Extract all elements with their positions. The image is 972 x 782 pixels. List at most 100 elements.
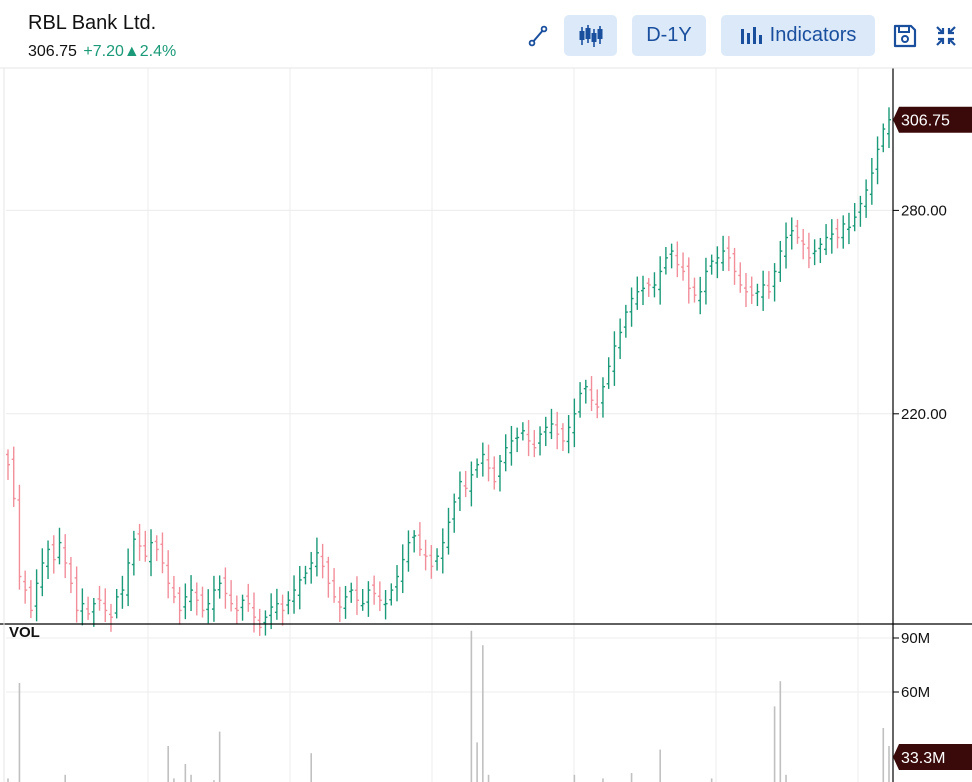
ohlc-bar bbox=[772, 263, 777, 302]
ohlc-bar bbox=[486, 444, 491, 482]
ohlc-bar bbox=[835, 218, 840, 249]
ohlc-bar bbox=[778, 240, 783, 282]
ohlc-bar bbox=[869, 157, 874, 205]
ohlc-bar bbox=[784, 222, 789, 269]
ohlc-bar bbox=[263, 610, 268, 636]
ohlc-bar bbox=[51, 535, 56, 574]
ohlc-bar bbox=[143, 530, 148, 562]
ohlc-bar bbox=[423, 539, 428, 571]
ohlc-bar bbox=[578, 382, 583, 418]
volume-tick-label: 90M bbox=[901, 630, 930, 647]
ohlc-bar bbox=[560, 423, 565, 452]
ohlc-bar bbox=[555, 411, 560, 450]
ohlc-bar bbox=[400, 544, 405, 594]
ohlc-bar bbox=[457, 471, 462, 511]
ohlc-bar bbox=[160, 532, 165, 574]
ohlc-bar bbox=[274, 588, 279, 620]
ohlc-bar bbox=[606, 357, 611, 389]
ohlc-bar bbox=[320, 543, 325, 579]
ohlc-bar bbox=[383, 589, 388, 620]
ohlc-bar bbox=[492, 456, 497, 490]
ohlc-bar bbox=[692, 277, 697, 303]
ohlc-bar bbox=[131, 530, 136, 576]
ohlc-bar bbox=[452, 493, 457, 533]
ohlc-bar bbox=[795, 220, 800, 244]
chart-window: RBL Bank Ltd. 306.75 +7.20▲2.4% D-1Y Ind… bbox=[0, 0, 972, 782]
ohlc-bar bbox=[681, 252, 686, 281]
ohlc-bar bbox=[194, 582, 199, 616]
ohlc-bar bbox=[314, 537, 319, 577]
ohlc-bar bbox=[349, 582, 354, 603]
ohlc-bar bbox=[11, 446, 16, 507]
ohlc-bar bbox=[618, 318, 623, 360]
ohlc-bar bbox=[623, 304, 628, 338]
volume-pane-label: VOL bbox=[9, 624, 40, 641]
ohlc-bar bbox=[28, 580, 33, 619]
ohlc-bar bbox=[303, 565, 308, 585]
ohlc-bar bbox=[251, 592, 256, 633]
ohlc-bar bbox=[526, 419, 531, 457]
ohlc-bar bbox=[532, 430, 537, 458]
ohlc-bar bbox=[846, 212, 851, 245]
ohlc-bar bbox=[612, 331, 617, 386]
ohlc-bar bbox=[709, 254, 714, 275]
ohlc-bar bbox=[480, 442, 485, 477]
volume-series bbox=[7, 630, 890, 782]
ohlc-bar bbox=[149, 529, 154, 577]
chart-axes: 280.00 220.00 306.75 VOL 90M 60M 33.3M bbox=[0, 67, 972, 782]
ohlc-bar bbox=[166, 550, 171, 599]
ohlc-bar bbox=[206, 589, 211, 624]
ohlc-bar bbox=[703, 257, 708, 305]
ohlc-bar bbox=[743, 272, 748, 307]
ohlc-bar bbox=[137, 523, 142, 561]
ohlc-bar bbox=[189, 575, 194, 612]
ohlc-bar bbox=[801, 228, 806, 260]
ohlc-bar bbox=[566, 415, 571, 454]
ohlc-bar bbox=[372, 575, 377, 605]
ohlc-bar bbox=[40, 548, 45, 597]
ohlc-bar bbox=[469, 461, 474, 507]
price-series bbox=[6, 107, 891, 636]
last-volume-label: 33.3M bbox=[901, 750, 945, 767]
ohlc-bar bbox=[68, 557, 73, 594]
ohlc-bar bbox=[543, 416, 548, 447]
ohlc-bar bbox=[103, 588, 108, 622]
ohlc-bar bbox=[154, 535, 159, 562]
ohlc-bar bbox=[389, 583, 394, 606]
ohlc-bar bbox=[114, 588, 119, 619]
ohlc-bar bbox=[292, 575, 297, 614]
ohlc-bar bbox=[440, 528, 445, 574]
ohlc-bar bbox=[761, 270, 766, 311]
ohlc-bar bbox=[520, 422, 525, 441]
ohlc-bar bbox=[463, 470, 468, 498]
ohlc-bar bbox=[34, 569, 39, 622]
ohlc-bar bbox=[658, 256, 663, 305]
ohlc-bar bbox=[126, 548, 131, 607]
ohlc-bar bbox=[406, 530, 411, 572]
ohlc-bar bbox=[789, 217, 794, 250]
ohlc-bar bbox=[641, 275, 646, 306]
ohlc-bar bbox=[46, 540, 51, 579]
ohlc-bar bbox=[663, 246, 668, 275]
ohlc-bar bbox=[600, 377, 605, 418]
ohlc-bar bbox=[806, 232, 811, 269]
ohlc-bar bbox=[732, 247, 737, 285]
ohlc-bar bbox=[257, 608, 262, 636]
ohlc-bar bbox=[446, 507, 451, 555]
ohlc-bar bbox=[246, 583, 251, 612]
price-chart[interactable]: 280.00 220.00 306.75 VOL 90M 60M 33.3M bbox=[0, 0, 972, 782]
ohlc-bar bbox=[698, 276, 703, 315]
ohlc-bar bbox=[824, 224, 829, 255]
ohlc-bar bbox=[686, 257, 691, 304]
ohlc-bar bbox=[887, 107, 891, 149]
price-tick-label: 220.00 bbox=[901, 406, 947, 423]
ohlc-bar bbox=[538, 426, 543, 456]
ohlc-bar bbox=[23, 570, 28, 604]
ohlc-bar bbox=[91, 597, 96, 627]
ohlc-bar bbox=[80, 588, 85, 626]
ohlc-bar bbox=[217, 575, 222, 599]
ohlc-bar bbox=[766, 271, 771, 299]
ohlc-bar bbox=[177, 586, 182, 625]
ohlc-bar bbox=[515, 427, 520, 453]
last-volume-marker: 33.3M bbox=[893, 744, 972, 770]
